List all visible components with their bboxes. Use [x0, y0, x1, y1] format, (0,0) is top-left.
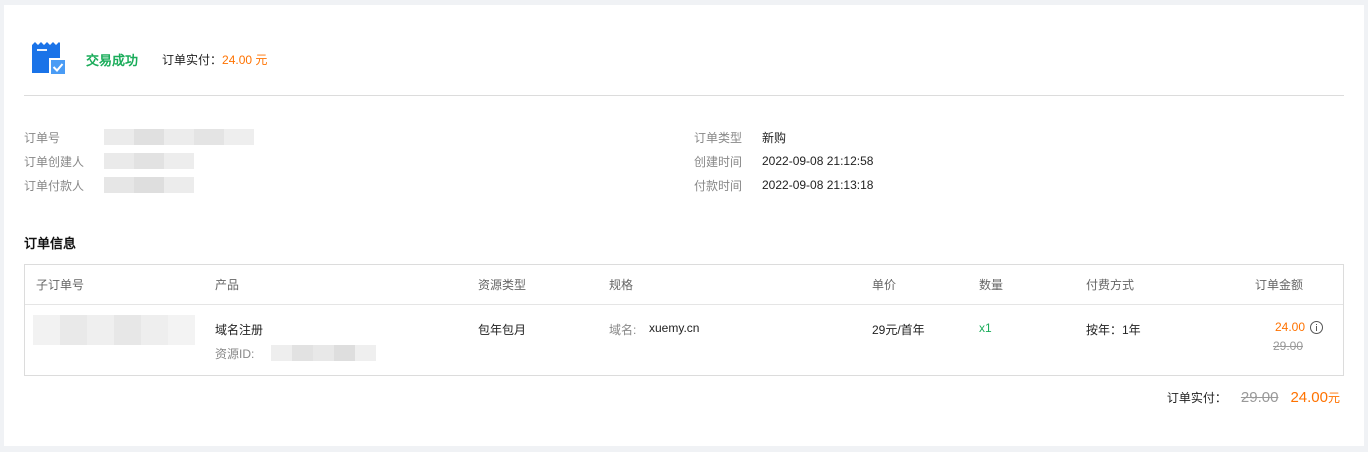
order-type-row: 订单类型 新购	[694, 127, 786, 147]
paid-time-row: 付款时间 2022-09-08 21:13:18	[694, 175, 873, 195]
order-creator-redacted	[104, 153, 194, 169]
header-resource-type: 资源类型	[478, 278, 527, 292]
resource-id-label: 资源ID:	[215, 347, 255, 361]
paid-label: 订单实付：	[162, 52, 223, 67]
table-header: 子订单号 产品 资源类型 规格 单价 数量 付费方式 订单金额	[25, 265, 1343, 305]
header-billing: 付费方式	[1086, 278, 1135, 292]
header-spec: 规格	[609, 278, 634, 292]
original-amount-value: 29.00	[1272, 339, 1303, 353]
order-detail-card: 交易成功 订单实付： 24.00 元 订单号 订单创建人 订单付款人 订单类型 …	[4, 5, 1364, 446]
total-original-amount: 29.00	[1240, 389, 1279, 406]
header-amount: 订单金额	[1254, 278, 1303, 292]
order-status-header: 交易成功 订单实付： 24.00 元	[30, 41, 267, 77]
order-payer-redacted	[104, 177, 194, 193]
order-creator-row: 订单创建人	[24, 151, 194, 171]
amount-cell: 24.00	[1275, 320, 1323, 334]
total-currency-unit: 元	[1327, 391, 1340, 405]
header-sub-order-no: 子订单号	[36, 278, 85, 292]
order-payer-label: 订单付款人	[24, 178, 85, 193]
header-divider	[24, 95, 1344, 96]
paid-time-value: 2022-09-08 21:13:18	[762, 178, 874, 192]
unit-price-value: 29元/首年	[872, 323, 925, 337]
resource-id-redacted	[271, 345, 376, 361]
order-payer-row: 订单付款人	[24, 175, 194, 195]
amount-value: 24.00	[1274, 320, 1305, 334]
created-time-label: 创建时间	[694, 154, 743, 169]
order-type-label: 订单类型	[694, 130, 743, 145]
order-number-redacted	[104, 129, 254, 145]
order-number-row: 订单号	[24, 127, 254, 147]
created-time-row: 创建时间 2022-09-08 21:12:58	[694, 151, 873, 171]
total-final-amount: 24.00	[1290, 389, 1328, 406]
total-label: 订单实付：	[1166, 391, 1227, 405]
order-number-label: 订单号	[24, 130, 61, 145]
info-icon[interactable]	[1310, 320, 1323, 334]
created-time-value: 2022-09-08 21:12:58	[762, 154, 874, 168]
quantity-value: x1	[979, 321, 992, 335]
spec-label: 域名:	[609, 323, 637, 337]
sub-order-number-redacted	[33, 315, 195, 345]
order-creator-label: 订单创建人	[24, 154, 85, 169]
order-status-text: 交易成功	[86, 52, 139, 68]
order-items-table: 子订单号 产品 资源类型 规格 单价 数量 付费方式 订单金额 域名注册 资源I…	[24, 264, 1344, 376]
product-name: 域名注册	[215, 323, 264, 337]
header-product: 产品	[215, 278, 240, 292]
order-success-icon	[30, 41, 67, 77]
header-unit-price: 单价	[872, 278, 897, 292]
header-quantity: 数量	[979, 278, 1004, 292]
paid-time-label: 付款时间	[694, 178, 743, 193]
order-total: 订单实付： 29.00 24.00 元	[1167, 389, 1340, 406]
resource-type-value: 包年包月	[478, 323, 527, 337]
spec-domain-value: xuemy.cn	[649, 321, 700, 335]
billing-value: 按年：1年	[1086, 323, 1141, 337]
order-type-value: 新购	[762, 130, 787, 145]
order-info-title: 订单信息	[24, 236, 77, 251]
paid-amount: 24.00 元	[222, 52, 268, 67]
